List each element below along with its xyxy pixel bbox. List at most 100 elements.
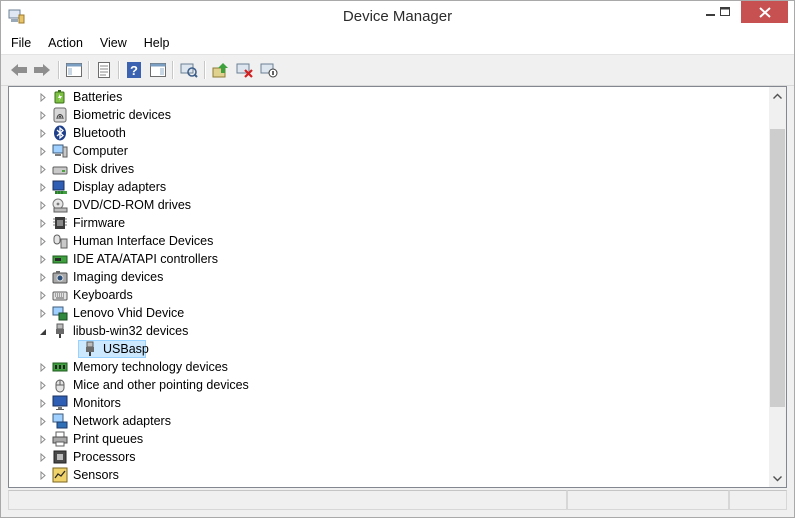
svg-text:?: ? [130, 63, 138, 78]
tree-category[interactable]: Sensors [9, 466, 769, 484]
tree-category[interactable]: Imaging devices [9, 268, 769, 286]
status-cell-3 [729, 490, 787, 510]
maximize-icon [719, 7, 730, 16]
back-icon [11, 64, 27, 76]
expand-arrow-icon[interactable] [38, 255, 47, 264]
maximize-button[interactable] [710, 1, 740, 23]
expand-arrow-icon[interactable] [38, 93, 47, 102]
mouse-icon [55, 379, 65, 393]
expand-arrow-icon[interactable] [38, 381, 47, 390]
expand-arrow-icon[interactable] [38, 147, 47, 156]
show-hide-console-tree-button[interactable] [64, 60, 84, 80]
tree-category[interactable]: Monitors [9, 394, 769, 412]
keyboard-icon [52, 291, 68, 301]
battery-icon [54, 90, 65, 104]
uninstall-button[interactable] [235, 60, 255, 80]
tree-category[interactable]: Computer [9, 142, 769, 160]
menu-file[interactable]: File [4, 36, 38, 50]
close-button[interactable] [741, 1, 788, 23]
tree-item-label: Disk drives [73, 162, 135, 176]
tree-category[interactable]: libusb-win32 devices [9, 322, 769, 340]
expand-arrow-icon[interactable] [38, 273, 47, 282]
tree-category[interactable]: Biometric devices [9, 106, 769, 124]
expand-arrow-icon[interactable] [38, 165, 47, 174]
back-button[interactable] [9, 60, 29, 80]
tree-category[interactable]: Bluetooth [9, 124, 769, 142]
tree-category[interactable]: Batteries [9, 88, 769, 106]
bluetooth-icon [54, 125, 66, 141]
scroll-down-button[interactable] [769, 470, 786, 487]
tree-category[interactable]: Keyboards [9, 286, 769, 304]
expand-arrow-icon[interactable] [38, 453, 47, 462]
expand-arrow-icon[interactable] [38, 417, 47, 426]
scroll-thumb[interactable] [770, 129, 785, 407]
status-cell-main [8, 490, 567, 510]
update-driver-button[interactable] [211, 60, 231, 80]
expand-arrow-icon[interactable] [38, 111, 47, 120]
tree-item-label: Processors [73, 450, 136, 464]
tree-item-label: Print queues [73, 432, 144, 446]
action-pane-button[interactable] [148, 60, 168, 80]
tree-category[interactable]: IDE ATA/ATAPI controllers [9, 250, 769, 268]
tree-category[interactable]: Network adapters [9, 412, 769, 430]
tree-item-label: Human Interface Devices [73, 234, 214, 248]
scan-hardware-button[interactable] [179, 60, 199, 80]
disable-device-button[interactable] [259, 60, 279, 80]
expand-arrow-icon[interactable] [38, 363, 47, 372]
processor-icon [53, 450, 67, 464]
window-title: Device Manager [342, 8, 453, 25]
menu-action[interactable]: Action [41, 36, 90, 50]
forward-button[interactable] [32, 60, 52, 80]
tree-item-label: Biometric devices [73, 108, 171, 122]
tree-category[interactable]: Lenovo Vhid Device [9, 304, 769, 322]
tree-category[interactable]: Disk drives [9, 160, 769, 178]
expand-arrow-icon[interactable] [38, 435, 47, 444]
expand-arrow-icon[interactable] [38, 183, 47, 192]
chevron-down-icon [773, 475, 782, 481]
expand-arrow-icon[interactable] [38, 471, 47, 480]
properties-button[interactable] [94, 60, 114, 80]
sensor-icon [52, 467, 68, 483]
tree-item-label: Memory technology devices [73, 360, 228, 374]
tree-category[interactable]: DVD/CD-ROM drives [9, 196, 769, 214]
scroll-up-button[interactable] [769, 87, 786, 104]
collapse-arrow-icon[interactable] [38, 327, 47, 336]
tree-category[interactable]: Firmware [9, 214, 769, 232]
expand-arrow-icon[interactable] [38, 399, 47, 408]
tree-category[interactable]: Human Interface Devices [9, 232, 769, 250]
hid-icon [53, 234, 68, 249]
help-button[interactable]: ? [124, 60, 144, 80]
memory-icon [52, 362, 68, 372]
expand-arrow-icon[interactable] [38, 309, 47, 318]
menu-bar: File Action View Help [1, 32, 794, 54]
tree-category[interactable]: Memory technology devices [9, 358, 769, 376]
expand-arrow-icon[interactable] [38, 129, 47, 138]
usb-plug-icon [56, 323, 64, 338]
tree-item-label: USBasp [103, 342, 149, 356]
title-bar[interactable]: Device Manager [1, 1, 794, 32]
device-tree[interactable]: Batteries Biometric devices Bluetooth Compu… [8, 86, 787, 488]
toolbar: ? [1, 54, 794, 86]
tree-item-label: Lenovo Vhid Device [73, 306, 185, 320]
tree-item-label: Keyboards [73, 288, 133, 302]
dvd-drive-icon [52, 198, 68, 213]
tree-category[interactable]: Print queues [9, 430, 769, 448]
vertical-scrollbar[interactable] [769, 87, 786, 487]
menu-help[interactable]: Help [137, 36, 177, 50]
tree-device[interactable]: USBasp [9, 340, 769, 358]
expand-arrow-icon[interactable] [38, 219, 47, 228]
properties-icon [98, 62, 110, 78]
menu-view[interactable]: View [93, 36, 134, 50]
network-device-icon [52, 306, 68, 321]
chevron-up-icon [773, 93, 782, 99]
expand-arrow-icon[interactable] [38, 201, 47, 210]
tree-category[interactable]: Mice and other pointing devices [9, 376, 769, 394]
expand-arrow-icon[interactable] [38, 237, 47, 246]
tree-item-label: libusb-win32 devices [73, 324, 189, 338]
tree-category[interactable]: Processors [9, 448, 769, 466]
monitor-icon [52, 395, 68, 410]
uninstall-icon [236, 63, 253, 78]
expand-arrow-icon[interactable] [38, 291, 47, 300]
tree-item-label: Batteries [73, 90, 123, 104]
tree-category[interactable]: Display adapters [9, 178, 769, 196]
